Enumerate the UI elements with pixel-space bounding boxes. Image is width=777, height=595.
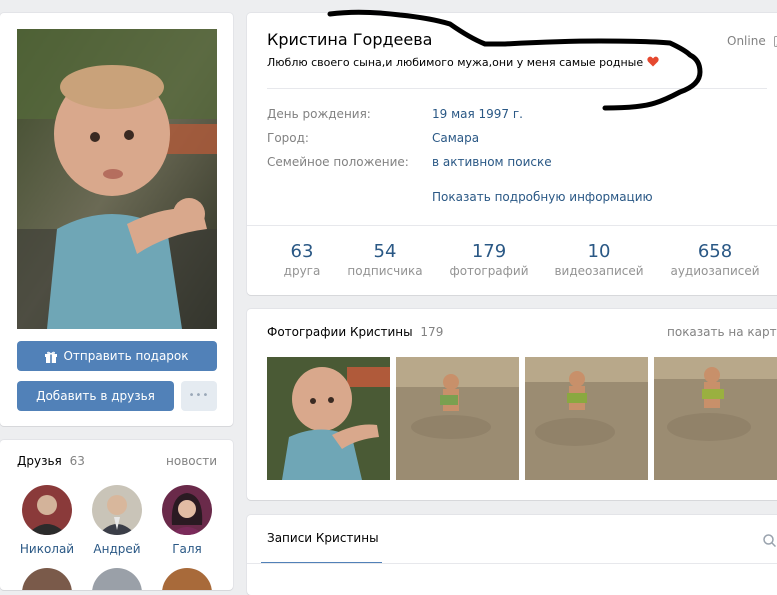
- friends-news-link[interactable]: новости: [166, 454, 217, 468]
- friend-name-nikolay[interactable]: Николай: [12, 542, 82, 556]
- friend-avatar[interactable]: [22, 568, 72, 590]
- friend-avatar-andrey[interactable]: [92, 485, 142, 535]
- search-icon[interactable]: [763, 534, 776, 547]
- wall-card: Записи Кристины: [247, 515, 777, 595]
- friend-name-galya[interactable]: Галя: [152, 542, 222, 556]
- more-dots-icon: •••: [188, 390, 210, 401]
- wall-tab[interactable]: Записи Кристины: [267, 531, 379, 545]
- photo-thumbnail[interactable]: [654, 357, 777, 480]
- stat-followers[interactable]: 54 подписчика: [340, 241, 430, 278]
- stat-count: 10: [587, 241, 611, 262]
- info-label-birthday: День рождения:: [267, 107, 371, 121]
- add-friend-button[interactable]: Добавить в друзья: [17, 381, 174, 411]
- profile-status-text: Люблю своего сына,и любимого мужа,они у …: [267, 56, 644, 69]
- divider: [247, 225, 777, 226]
- send-gift-label: Отправить подарок: [63, 349, 189, 363]
- friends-card: Друзья 63 новости Николай Андрей Галя: [0, 440, 233, 590]
- info-value-birthday[interactable]: 19 мая 1997 г.: [432, 107, 523, 121]
- send-gift-button[interactable]: Отправить подарок: [17, 341, 217, 371]
- info-label-city: Город:: [267, 131, 309, 145]
- wall-title: Записи Кристины: [267, 531, 379, 545]
- friend-avatar[interactable]: [92, 568, 142, 590]
- friend-avatar-galya[interactable]: [162, 485, 212, 535]
- wall-divider: [247, 563, 777, 564]
- photo-thumbnail[interactable]: [525, 357, 648, 480]
- show-more-info-link[interactable]: Показать подробную информацию: [432, 190, 653, 204]
- profile-name: Кристина Гордеева: [267, 30, 433, 49]
- photo-thumbnail[interactable]: [267, 357, 390, 480]
- stat-label: видеозаписей: [554, 264, 644, 278]
- friends-title: Друзья: [17, 454, 62, 468]
- divider: [267, 88, 767, 89]
- stat-label: подписчика: [347, 264, 423, 278]
- stat-videos[interactable]: 10 видеозаписей: [549, 241, 649, 278]
- mobile-phone-icon: [773, 36, 777, 47]
- gift-icon: [45, 351, 58, 363]
- avatar-card: Отправить подарок Добавить в друзья •••: [0, 13, 233, 426]
- stat-count: 54: [373, 241, 397, 262]
- photos-header[interactable]: Фотографии Кристины 179: [267, 325, 443, 339]
- friend-avatar[interactable]: [162, 568, 212, 590]
- photos-count: 179: [420, 325, 444, 339]
- add-friend-label: Добавить в друзья: [36, 389, 155, 403]
- show-on-map-link[interactable]: показать на карте: [667, 325, 777, 339]
- profile-info-card: Кристина Гордеева Online Люблю своего сы…: [247, 13, 777, 295]
- photo-thumbnail[interactable]: [396, 357, 519, 480]
- info-label-relationship: Семейное положение:: [267, 155, 409, 169]
- photos-title: Фотографии Кристины: [267, 325, 413, 339]
- info-value-relationship[interactable]: в активном поиске: [432, 155, 552, 169]
- stat-label: друга: [283, 264, 321, 278]
- online-status: Online: [727, 34, 777, 48]
- friend-name-andrey[interactable]: Андрей: [82, 542, 152, 556]
- online-status-text: Online: [727, 34, 766, 48]
- heart-emoji-icon: [646, 56, 659, 67]
- stat-count: 658: [697, 241, 733, 262]
- stat-friends[interactable]: 63 друга: [272, 241, 332, 278]
- stat-photos[interactable]: 179 фотографий: [444, 241, 534, 278]
- profile-avatar[interactable]: [17, 29, 217, 329]
- friends-header[interactable]: Друзья 63: [17, 454, 85, 468]
- friends-count: 63: [69, 454, 85, 468]
- friend-avatar-nikolay[interactable]: [22, 485, 72, 535]
- stat-label: фотографий: [449, 264, 529, 278]
- stat-count: 63: [290, 241, 314, 262]
- info-value-city[interactable]: Самара: [432, 131, 479, 145]
- stat-audio[interactable]: 658 аудиозаписей: [665, 241, 765, 278]
- profile-status[interactable]: Люблю своего сына,и любимого мужа,они у …: [267, 56, 659, 69]
- stat-count: 179: [471, 241, 507, 262]
- stat-label: аудиозаписей: [670, 264, 760, 278]
- more-actions-button[interactable]: •••: [181, 381, 217, 411]
